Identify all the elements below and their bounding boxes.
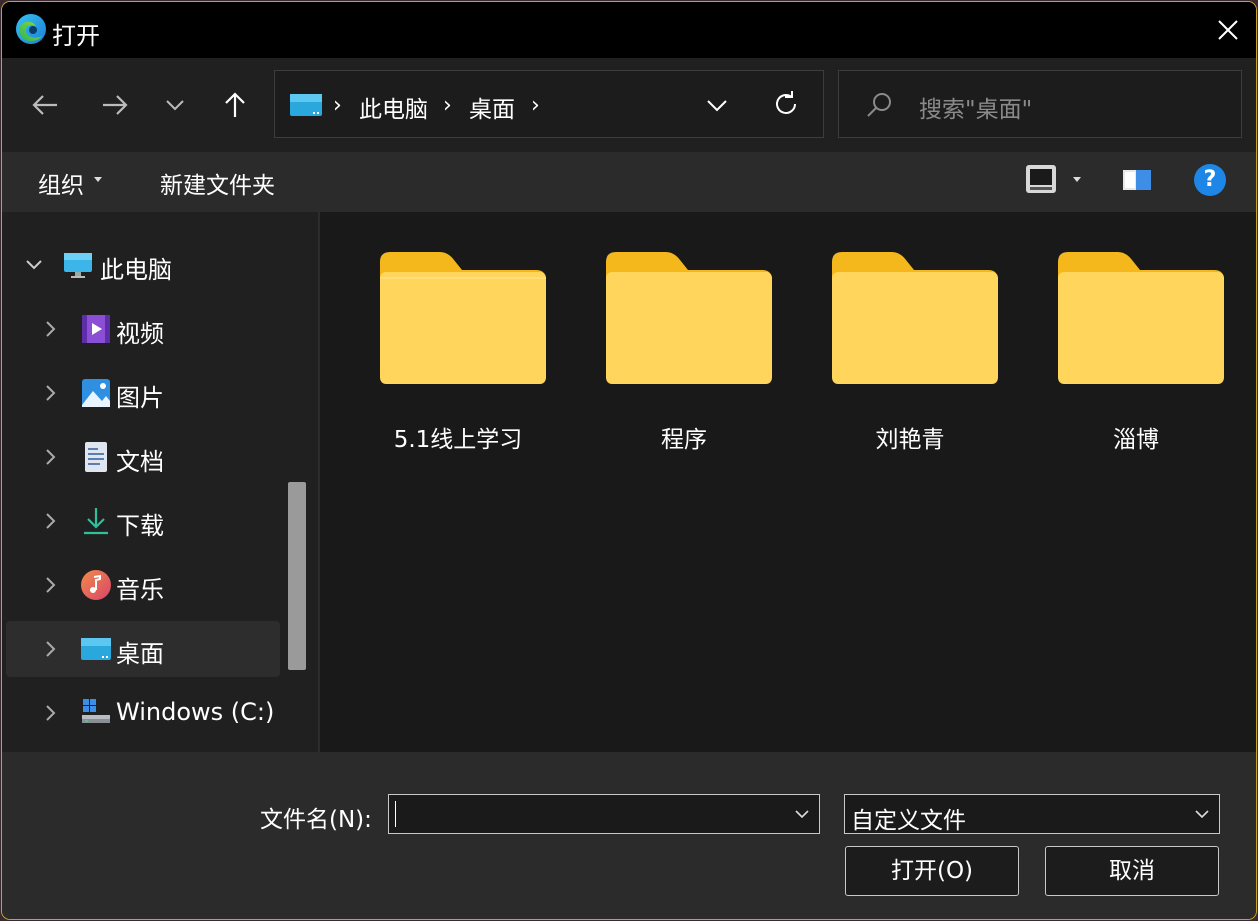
document-icon [85, 442, 107, 472]
sidebar-item-label: 下载 [116, 512, 164, 540]
window-title: 打开 [52, 22, 100, 50]
preview-pane-icon[interactable] [1122, 166, 1152, 194]
title-bar: 打开 [2, 2, 1256, 58]
sidebar-item-label: 桌面 [116, 640, 164, 668]
sidebar-item-this-pc[interactable]: 此电脑 [6, 237, 280, 293]
up-button[interactable] [210, 80, 260, 130]
help-button[interactable]: ? [1194, 164, 1226, 196]
caret-down-icon[interactable] [94, 177, 102, 182]
refresh-icon[interactable] [771, 89, 801, 119]
chevron-right-icon[interactable] [40, 511, 60, 531]
file-type-select[interactable]: 自定义文件 [844, 794, 1220, 834]
chevron-right-icon[interactable] [40, 639, 60, 659]
breadcrumb-separator-icon: › [333, 93, 342, 118]
command-bar: 组织 新建文件夹 ? [2, 152, 1256, 212]
sidebar-item-label: 文档 [116, 448, 164, 476]
arrow-right-icon [103, 95, 128, 115]
arrow-left-icon [32, 95, 57, 115]
chevron-down-icon[interactable] [24, 255, 44, 275]
sidebar-item-desktop[interactable]: 桌面 [6, 621, 280, 677]
desktop-icon [81, 638, 111, 660]
navigation-pane: 此电脑 视频 图片 文档 下载 音乐 桌面 Windows (C:) [2, 212, 318, 752]
monitor-icon [64, 253, 92, 278]
chevron-right-icon[interactable] [40, 319, 60, 339]
folder-item[interactable]: 刘艳青 [820, 248, 1000, 468]
chevron-right-icon[interactable] [40, 383, 60, 403]
music-icon [81, 570, 111, 600]
sidebar-item-pictures[interactable]: 图片 [6, 365, 280, 421]
edge-browser-icon [16, 14, 46, 44]
sidebar-item-music[interactable]: 音乐 [6, 557, 280, 613]
breadcrumb-separator-icon[interactable]: › [531, 93, 540, 118]
folder-item[interactable]: 淄博 [1046, 248, 1226, 468]
view-options-icon[interactable] [1024, 162, 1058, 196]
folder-icon [1058, 252, 1224, 384]
chevron-down-icon[interactable] [793, 805, 811, 823]
sidebar-item-documents[interactable]: 文档 [6, 429, 280, 485]
forward-button[interactable] [90, 80, 140, 130]
search-icon [867, 93, 891, 117]
sidebar-item-label: 视频 [116, 320, 164, 348]
navigation-bar: › 此电脑 › 桌面 › 搜索"桌面" [2, 58, 1256, 152]
folder-icon [380, 252, 546, 384]
new-folder-button[interactable]: 新建文件夹 [160, 166, 275, 200]
caret-down-icon[interactable] [1073, 177, 1081, 182]
folder-icon [606, 252, 772, 384]
search-placeholder: 搜索"桌面" [919, 97, 1033, 123]
sidebar-item-windows-c[interactable]: Windows (C:) [6, 685, 280, 741]
drive-icon [82, 699, 110, 723]
chevron-down-icon[interactable] [1193, 805, 1211, 823]
scrollbar-thumb[interactable] [288, 482, 306, 670]
chevron-right-icon[interactable] [40, 575, 60, 595]
folder-item[interactable]: 5.1线上学习 [368, 248, 548, 468]
folder-item[interactable]: 程序 [594, 248, 774, 468]
cancel-button[interactable]: 取消 [1045, 846, 1219, 896]
arrow-up-icon [225, 92, 245, 117]
chevron-down-icon[interactable] [703, 91, 731, 119]
sidebar-item-videos[interactable]: 视频 [6, 301, 280, 357]
sidebar-item-downloads[interactable]: 下载 [6, 493, 280, 549]
sidebar-item-label: 图片 [116, 384, 164, 412]
sidebar-item-label: Windows (C:) [116, 698, 275, 726]
folder-name: 5.1线上学习 [393, 427, 523, 453]
sidebar-item-label: 音乐 [116, 576, 164, 604]
recent-locations-button[interactable] [150, 80, 200, 130]
text-caret [395, 801, 396, 827]
address-bar[interactable]: › 此电脑 › 桌面 › [274, 70, 824, 138]
download-icon [84, 508, 108, 535]
breadcrumb-separator-icon: › [443, 93, 452, 118]
sidebar-item-label: 此电脑 [100, 256, 172, 284]
breadcrumb-this-pc[interactable]: 此电脑 [359, 90, 428, 124]
chevron-down-icon [166, 100, 184, 111]
chevron-right-icon[interactable] [40, 703, 60, 723]
video-icon [82, 315, 110, 343]
breadcrumb-desktop[interactable]: 桌面 [469, 90, 515, 124]
open-file-dialog: 打开 › 此电脑 › 桌面 › 搜索"桌面" 组织 新建文件夹 ? 此电脑 视频… [2, 2, 1256, 919]
filename-label: 文件名(N): [260, 807, 372, 833]
back-button[interactable] [20, 80, 70, 130]
organize-button[interactable]: 组织 [38, 166, 84, 200]
close-button[interactable] [1200, 2, 1256, 58]
folder-name: 刘艳青 [875, 427, 945, 453]
picture-icon [82, 379, 110, 407]
folder-name: 程序 [661, 427, 707, 453]
open-button[interactable]: 打开(O) [845, 846, 1019, 896]
close-icon [1218, 20, 1238, 40]
filename-input[interactable] [388, 794, 820, 834]
file-type-value: 自定义文件 [851, 808, 966, 834]
folder-name: 淄博 [1113, 427, 1159, 453]
chevron-right-icon[interactable] [40, 447, 60, 467]
folder-icon [832, 252, 998, 384]
desktop-icon [290, 94, 322, 116]
dialog-footer: 文件名(N): 自定义文件 打开(O) 取消 [2, 752, 1256, 919]
file-list: 5.1线上学习 程序 刘艳青 淄博 [320, 212, 1256, 752]
search-input[interactable]: 搜索"桌面" [838, 70, 1242, 138]
